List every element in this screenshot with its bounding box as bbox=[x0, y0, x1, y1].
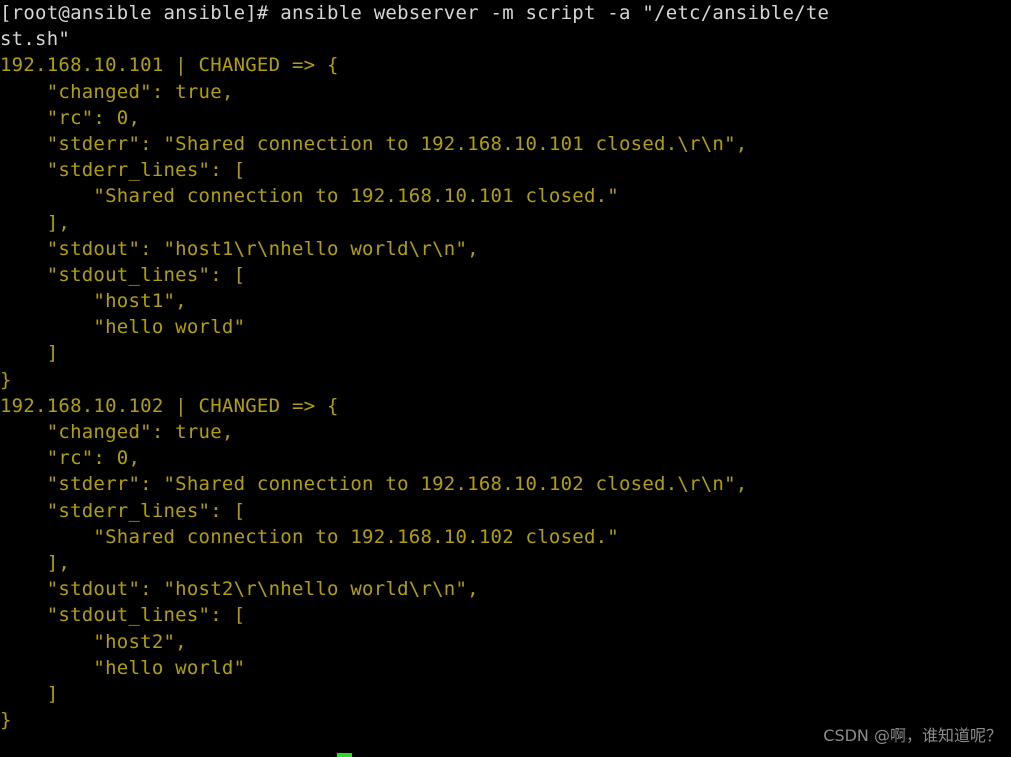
terminal-line: "stdout_lines": [ bbox=[0, 263, 246, 286]
terminal-line: "changed": true, bbox=[0, 421, 234, 443]
terminal-line: "rc": 0, bbox=[0, 106, 141, 129]
terminal-line: "stderr_lines": [ bbox=[0, 499, 246, 522]
terminal-line: ], bbox=[0, 551, 71, 574]
terminal-line: ] bbox=[0, 342, 59, 365]
terminal-window[interactable]: [root@ansible ansible]# ansible webserve… bbox=[0, 0, 1011, 757]
terminal-line: 192.168.10.102 | CHANGED => { bbox=[0, 394, 339, 417]
terminal-line: } bbox=[0, 368, 12, 391]
terminal-screen[interactable]: [root@ansible ansible]# ansible webserve… bbox=[0, 0, 1011, 733]
terminal-line: "changed": true, bbox=[0, 80, 234, 103]
terminal-line: "stderr": "Shared connection to 192.168.… bbox=[0, 132, 748, 155]
terminal-line: "rc": 0, bbox=[0, 447, 141, 470]
terminal-line: "stderr": "Shared connection to 192.168.… bbox=[0, 473, 748, 496]
terminal-line: 192.168.10.101 | CHANGED => { bbox=[0, 54, 339, 77]
terminal-line: ], bbox=[0, 211, 71, 234]
terminal-cursor bbox=[337, 753, 352, 757]
terminal-line: "Shared connection to 192.168.10.101 clo… bbox=[0, 185, 619, 208]
terminal-line: "hello world" bbox=[0, 656, 246, 679]
csdn-watermark: CSDN @啊，谁知道呢？ bbox=[823, 726, 1002, 745]
terminal-line: "Shared connection to 192.168.10.102 clo… bbox=[0, 525, 619, 548]
terminal-line: "stderr_lines": [ bbox=[0, 159, 246, 182]
terminal-line: "hello world" bbox=[0, 316, 246, 339]
terminal-line: [root@ansible ansible]# ansible webserve… bbox=[0, 2, 830, 24]
terminal-line: "stdout": "host2\r\nhello world\r\n", bbox=[0, 578, 479, 601]
terminal-line: ] bbox=[0, 682, 59, 705]
terminal-line: "host1", bbox=[0, 290, 187, 313]
terminal-line: "stdout_lines": [ bbox=[0, 604, 246, 627]
terminal-line: "stdout": "host1\r\nhello world\r\n", bbox=[0, 237, 479, 260]
terminal-line: st.sh" bbox=[0, 28, 71, 51]
terminal-line: "host2", bbox=[0, 630, 187, 653]
